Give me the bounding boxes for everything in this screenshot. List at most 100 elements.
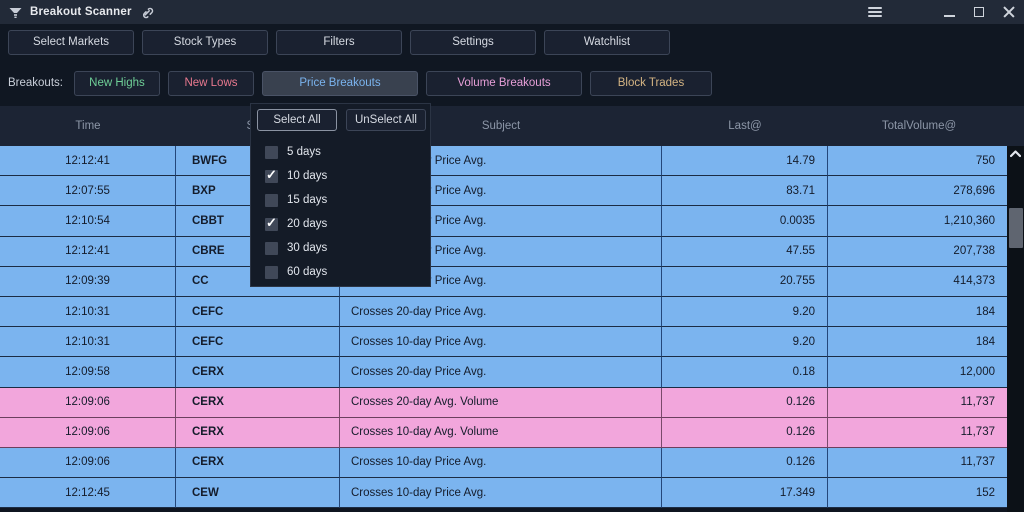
days-option-list: 5 days 10 days 15 days 20 days 30 days 60 day… [251,135,430,284]
maximize-icon [974,7,984,17]
cell-time: 12:09:39 [0,267,176,297]
table-row[interactable]: 12:12:45CEWCrosses 10-day Price Avg.17.3… [0,478,1007,508]
column-header-totalvolume[interactable]: TotalVolume@ [828,120,1010,132]
table-body[interactable]: 12:12:41BWFGCrosses 20-day Price Avg.14.… [0,146,1007,512]
new-lows-button[interactable]: New Lows [168,71,254,96]
stock-types-button[interactable]: Stock Types [142,30,268,55]
block-trades-button[interactable]: Block Trades [590,71,712,96]
settings-button[interactable]: Settings [410,30,536,55]
days-option-label: 5 days [287,146,321,158]
filters-button[interactable]: Filters [276,30,402,55]
days-option-label: 60 days [287,266,327,278]
table-row[interactable]: 12:09:58CERXCrosses 20-day Price Avg.0.1… [0,357,1007,387]
column-header-last[interactable]: Last@ [662,120,828,132]
cell-time: 12:07:55 [0,176,176,206]
scroll-up-button[interactable] [1007,146,1024,162]
select-all-button[interactable]: Select All [257,109,337,131]
cell-subject: Crosses 10-day Price Avg. [340,448,662,478]
cell-sym: CEFC [176,297,340,327]
cell-sym: CERX [176,357,340,387]
cell-last: 9.20 [662,327,828,357]
cell-volume: 414,373 [828,267,1007,297]
main-toolbar: Select Markets Stock Types Filters Setti… [0,24,1024,60]
checkbox-checked-icon[interactable] [265,218,278,231]
cell-subject: Crosses 20-day Avg. Volume [340,388,662,418]
price-breakouts-button[interactable]: Price Breakouts [262,71,418,96]
table-row[interactable]: 12:09:06CERXCrosses 20-day Avg. Volume0.… [0,388,1007,418]
days-option-30[interactable]: 30 days [265,236,430,260]
cell-subject: Crosses 20-day Price Avg. [340,297,662,327]
breakout-scanner-window: Breakout Scanner [0,0,1024,512]
scrollbar-thumb[interactable] [1009,208,1023,248]
cell-time: 12:12:41 [0,146,176,176]
cell-volume: 11,737 [828,418,1007,448]
cell-last: 9.20 [662,297,828,327]
cell-time: 12:09:06 [0,388,176,418]
table-row[interactable]: 12:09:39CCCrosses 20-day Price Avg.20.75… [0,267,1007,297]
table-row[interactable]: 12:10:31CEFCCrosses 10-day Price Avg.9.2… [0,327,1007,357]
cell-time: 12:09:06 [0,448,176,478]
volume-breakouts-button[interactable]: Volume Breakouts [426,71,582,96]
cell-last: 14.79 [662,146,828,176]
cell-last: 0.126 [662,388,828,418]
cell-subject: Crosses 10-day Avg. Volume [340,418,662,448]
unselect-all-button[interactable]: UnSelect All [346,109,426,131]
days-option-10[interactable]: 10 days [265,164,430,188]
watchlist-button[interactable]: Watchlist [544,30,670,55]
cell-last: 20.755 [662,267,828,297]
cell-last: 0.126 [662,418,828,448]
maximize-button[interactable] [964,0,994,24]
funnel-icon [9,6,22,18]
checkbox-unchecked-icon[interactable] [265,266,278,279]
minimize-icon [944,15,955,17]
cell-volume: 11,737 [828,448,1007,478]
minimize-button[interactable] [934,0,964,24]
table-row[interactable]: 12:12:41CBRECrosses 20-day Price Avg.47.… [0,237,1007,267]
days-option-label: 15 days [287,194,327,206]
checkbox-unchecked-icon[interactable] [265,146,278,159]
link-icon[interactable] [140,6,154,19]
cell-last: 17.349 [662,478,828,508]
days-option-5[interactable]: 5 days [265,140,430,164]
cell-time: 12:10:31 [0,297,176,327]
checkbox-checked-icon[interactable] [265,170,278,183]
days-option-15[interactable]: 15 days [265,188,430,212]
days-dropdown-panel: Select All UnSelect All 5 days 10 days 15 … [250,103,431,287]
cell-sym: CEW [176,478,340,508]
title-bar-left: Breakout Scanner [0,6,154,19]
breakouts-bar: Breakouts: New Highs New Lows Price Brea… [0,60,1024,106]
table-row[interactable]: 12:12:41BWFGCrosses 20-day Price Avg.14.… [0,146,1007,176]
days-option-label: 30 days [287,242,327,254]
days-option-60[interactable]: 60 days [265,260,430,284]
cell-volume: 12,000 [828,357,1007,387]
cell-sym: CEFC [176,327,340,357]
menu-button[interactable] [860,0,890,24]
cell-volume: 184 [828,297,1007,327]
checkbox-unchecked-icon[interactable] [265,242,278,255]
table-header: Time Sym Subject Last@ TotalVolume@ [0,106,1024,146]
table-row[interactable]: 12:10:54CBBTCrosses 10-day Price Avg.0.0… [0,206,1007,236]
close-button[interactable] [994,0,1024,24]
cell-volume: 207,738 [828,237,1007,267]
table-row[interactable]: 12:09:06CERXCrosses 10-day Price Avg.0.1… [0,448,1007,478]
window-controls [860,0,1024,24]
table-row[interactable]: 12:09:06CERXCrosses 10-day Avg. Volume0.… [0,418,1007,448]
checkbox-unchecked-icon[interactable] [265,194,278,207]
hamburger-icon [868,7,882,17]
table-row[interactable]: 12:10:31CEFCCrosses 20-day Price Avg.9.2… [0,297,1007,327]
cell-volume: 11,737 [828,388,1007,418]
days-option-label: 10 days [287,170,327,182]
cell-last: 47.55 [662,237,828,267]
table-row[interactable]: 12:07:55BXPCrosses 20-day Price Avg.83.7… [0,176,1007,206]
vertical-scrollbar[interactable] [1007,146,1024,512]
cell-time: 12:12:41 [0,237,176,267]
new-highs-button[interactable]: New Highs [74,71,160,96]
days-option-20[interactable]: 20 days [265,212,430,236]
cell-volume: 152 [828,478,1007,508]
cell-last: 83.71 [662,176,828,206]
select-markets-button[interactable]: Select Markets [8,30,134,55]
title-bar: Breakout Scanner [0,0,1024,24]
cell-subject: Crosses 10-day Price Avg. [340,327,662,357]
column-header-time[interactable]: Time [0,120,176,132]
cell-time: 12:10:54 [0,206,176,236]
